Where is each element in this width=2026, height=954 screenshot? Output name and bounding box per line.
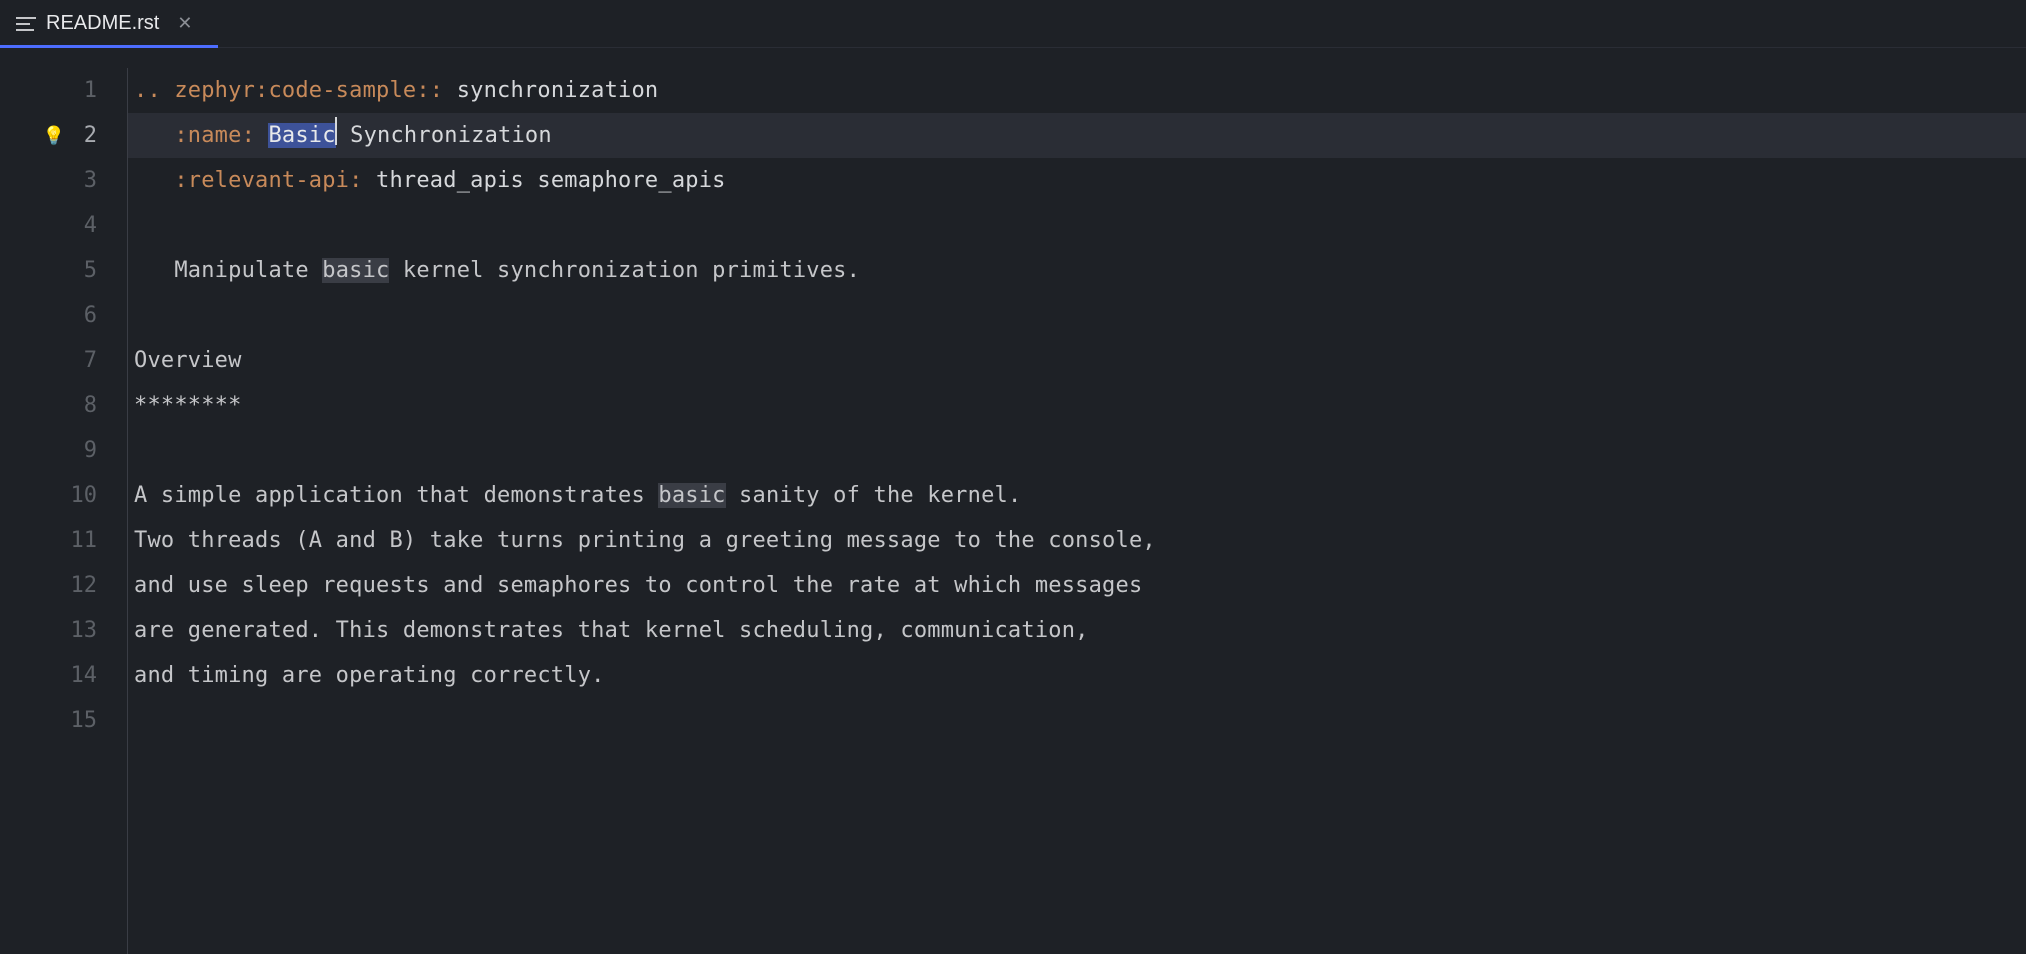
code-line[interactable]: Manipulate basic kernel synchronization … — [134, 248, 2026, 293]
code-line[interactable]: ******** — [134, 383, 2026, 428]
text-selection: Basic — [268, 123, 335, 148]
line-number[interactable]: 12 — [0, 563, 127, 608]
line-number[interactable]: 10 — [0, 473, 127, 518]
code-line[interactable] — [134, 698, 2026, 743]
code-line[interactable]: are generated. This demonstrates that ke… — [134, 608, 2026, 653]
active-tab-indicator — [0, 45, 218, 48]
code-line-active[interactable]: :name: Basic Synchronization — [128, 113, 2026, 158]
match-highlight: basic — [658, 483, 725, 508]
code-line[interactable]: A simple application that demonstrates b… — [134, 473, 2026, 518]
line-number[interactable]: 4 — [0, 203, 127, 248]
code-line[interactable]: Two threads (A and B) take turns printin… — [134, 518, 2026, 563]
tab-bar: README.rst ✕ — [0, 0, 2026, 48]
match-highlight: basic — [322, 258, 389, 283]
file-type-icon — [16, 17, 36, 31]
line-number[interactable]: 1 — [0, 68, 127, 113]
code-line[interactable]: :relevant-api: thread_apis semaphore_api… — [134, 158, 2026, 203]
line-number[interactable]: 3 — [0, 158, 127, 203]
line-number[interactable]: 9 — [0, 428, 127, 473]
code-line[interactable] — [134, 428, 2026, 473]
line-number[interactable]: 5 — [0, 248, 127, 293]
line-number[interactable]: 7 — [0, 338, 127, 383]
line-number-gutter: 1 💡 2 3 4 5 6 7 8 9 10 11 12 13 14 15 — [0, 68, 128, 954]
code-line[interactable]: Overview — [134, 338, 2026, 383]
code-line[interactable] — [134, 293, 2026, 338]
code-line[interactable] — [134, 203, 2026, 248]
code-line[interactable]: and use sleep requests and semaphores to… — [134, 563, 2026, 608]
line-number[interactable]: 💡 2 — [0, 113, 127, 158]
code-line[interactable]: and timing are operating correctly. — [134, 653, 2026, 698]
editor: 1 💡 2 3 4 5 6 7 8 9 10 11 12 13 14 15 ..… — [0, 48, 2026, 954]
tab-filename: README.rst — [46, 12, 159, 35]
line-number[interactable]: 8 — [0, 383, 127, 428]
line-number[interactable]: 11 — [0, 518, 127, 563]
line-number[interactable]: 14 — [0, 653, 127, 698]
line-number[interactable]: 15 — [0, 698, 127, 743]
line-number[interactable]: 13 — [0, 608, 127, 653]
line-number[interactable]: 6 — [0, 293, 127, 338]
code-area[interactable]: .. zephyr:code-sample:: synchronization … — [128, 68, 2026, 954]
close-icon[interactable]: ✕ — [177, 13, 192, 34]
file-tab[interactable]: README.rst ✕ — [0, 0, 210, 47]
code-line[interactable]: .. zephyr:code-sample:: synchronization — [134, 68, 2026, 113]
lightbulb-icon[interactable]: 💡 — [43, 113, 65, 158]
